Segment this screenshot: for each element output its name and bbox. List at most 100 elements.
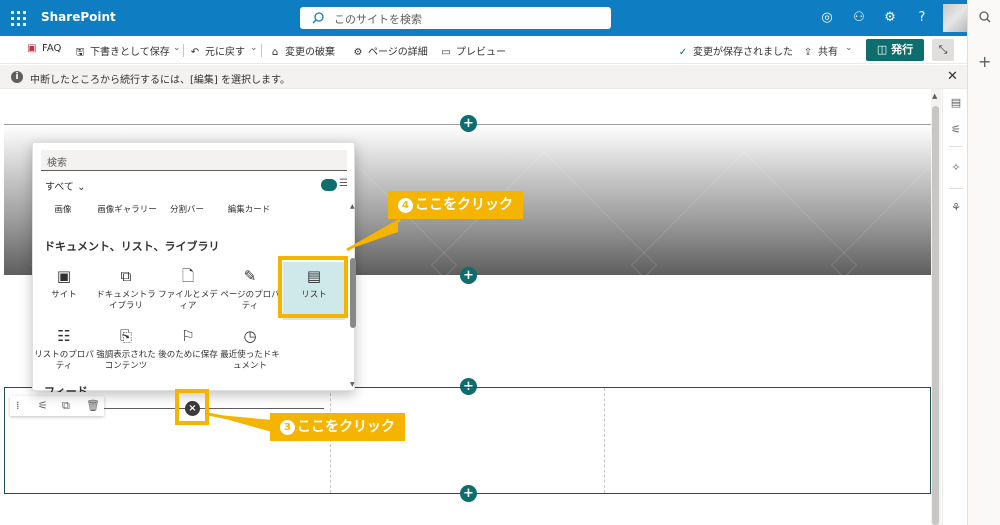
site-icon: ▣ <box>56 267 72 285</box>
highlight-list-tile <box>278 256 348 318</box>
tile-saved-for-later[interactable]: ⚐ 後のために保存 <box>157 322 219 380</box>
picker-search-input[interactable]: 検索 <box>41 150 347 171</box>
webpart-divider[interactable]: 分割バー <box>157 204 217 216</box>
step-number: 3 <box>280 420 295 435</box>
picker-scrollbar[interactable]: ▲ ▼ <box>350 198 356 392</box>
help-icon[interactable]: ? <box>914 10 930 26</box>
publish-icon: ◫ <box>876 43 892 56</box>
three-column-section[interactable] <box>4 387 931 494</box>
saved-status: ✓ 変更が保存されました <box>677 43 793 58</box>
bookmark-icon: ⚐ <box>181 327 195 345</box>
sparkle-icon[interactable]: ✧ <box>949 161 963 175</box>
add-icon[interactable]: + <box>978 52 991 71</box>
tile-label: 最近使ったドキュメント <box>220 350 280 371</box>
webpart-editorial-card[interactable]: 編集カード <box>219 204 279 216</box>
highlight-close-button <box>175 389 209 425</box>
preview-icon: ▭ <box>441 47 451 58</box>
checkmark-icon: ✓ <box>678 47 688 58</box>
undo-button[interactable]: ↶ 元に戻す <box>189 43 245 58</box>
collapse-icon[interactable]: ⤡ <box>932 39 954 61</box>
discard-icon: ⌂ <box>271 47 279 58</box>
publish-label: 発行 <box>891 43 914 56</box>
tile-page-properties[interactable]: ✎ ページのプロパティ <box>219 262 281 320</box>
settings-icon[interactable]: ⚟ <box>949 123 963 137</box>
share-button[interactable]: ⇪ 共有 <box>802 43 838 58</box>
grid-view-icon[interactable] <box>321 179 337 191</box>
tile-label: 後のために保存 <box>158 350 218 360</box>
toolbox-icon[interactable]: ▤ <box>949 96 963 110</box>
publish-button[interactable]: ◫ 発行 <box>866 39 924 61</box>
chevron-down-icon[interactable]: ⌄ <box>250 43 258 53</box>
drag-handle-icon[interactable]: ⁞ <box>16 399 20 412</box>
tile-document-library[interactable]: ⧉ ドキュメントライブラリ <box>95 262 157 320</box>
gear-icon[interactable]: ⚙ <box>882 10 898 26</box>
clock-icon: ◷ <box>243 327 257 345</box>
list-view-icon[interactable]: ☰ <box>339 178 348 189</box>
separator <box>183 44 184 57</box>
tile-file-and-media[interactable]: 🗋 ファイルとメディア <box>157 262 219 320</box>
preview-button[interactable]: ▭ プレビュー <box>440 43 506 58</box>
undo-label: 元に戻す <box>205 47 245 58</box>
scroll-down-icon[interactable]: ▼ <box>350 381 355 388</box>
add-section-button[interactable]: + <box>460 115 477 132</box>
design-icon[interactable]: ⚘ <box>949 201 963 215</box>
search-icon[interactable] <box>978 10 992 24</box>
page-details-button[interactable]: ⚙ ページの詳細 <box>352 43 428 58</box>
search-icon <box>312 12 324 24</box>
add-section-button[interactable]: + <box>460 485 477 502</box>
command-bar: ▣ FAQ 🖫 下書きとして保存 ⌄ ↶ 元に戻す ⌄ ⌂ 変更の破棄 ⚙ ページの詳細 … <box>0 36 967 64</box>
hero-pattern <box>630 151 858 275</box>
document-library-icon: ⧉ <box>120 267 132 285</box>
delete-icon[interactable]: 🗑 <box>86 399 100 412</box>
divider <box>949 146 963 147</box>
info-message: 中断したところから続行するには、[編集] を選択します。 <box>30 75 290 86</box>
page-scrollbar-thumb[interactable] <box>932 106 939 525</box>
share-icon: ⇪ <box>803 47 813 58</box>
suite-bar: SharePoint このサイトを検索 ◎ ⚇ ⚙ ? <box>0 0 967 36</box>
list-properties-icon: ☷ <box>57 327 71 345</box>
tile-label: リストのプロパティ <box>34 350 94 371</box>
duplicate-icon[interactable]: ⧉ <box>62 399 70 413</box>
save-draft-button[interactable]: 🖫 下書きとして保存 <box>74 43 170 62</box>
app-title[interactable]: SharePoint <box>41 10 116 24</box>
saved-status-label: 変更が保存されました <box>693 47 793 58</box>
undo-icon: ↶ <box>190 47 200 58</box>
divider <box>949 188 963 189</box>
add-section-button[interactable]: + <box>460 267 477 284</box>
faq-button[interactable]: ▣ FAQ <box>26 43 61 54</box>
divider-webpart <box>104 408 324 409</box>
view-toggle[interactable]: ☰ <box>321 178 349 192</box>
callout-step4: 4 ここをクリック <box>388 191 523 219</box>
scroll-up-icon[interactable]: ▲ <box>932 92 937 100</box>
discard-label: 変更の破棄 <box>285 47 335 58</box>
info-bar: i 中断したところから続行するには、[編集] を選択します。 ✕ <box>0 65 967 89</box>
tile-highlighted-content[interactable]: ⎘ 強調表示されたコンテンツ <box>95 322 157 380</box>
avatar[interactable] <box>943 4 967 32</box>
filter-label: すべて <box>45 182 74 193</box>
webpart-image[interactable]: 画像 <box>33 204 93 216</box>
copilot-icon[interactable]: ◎ <box>819 10 835 26</box>
scroll-up-icon[interactable]: ▲ <box>350 203 355 210</box>
tile-label: ページのプロパティ <box>220 290 280 311</box>
tile-label: ファイルとメディア <box>158 290 218 311</box>
picker-scroll-thumb[interactable] <box>350 258 356 328</box>
chevron-down-icon[interactable]: ⌄ <box>173 43 181 53</box>
tile-list-properties[interactable]: ☷ リストのプロパティ <box>33 322 95 380</box>
category-title: ドキュメント、リスト、ライブラリ <box>44 240 220 253</box>
tile-recent-documents[interactable]: ◷ 最近使ったドキュメント <box>219 322 281 380</box>
site-search-input[interactable]: このサイトを検索 <box>300 7 611 29</box>
file-icon: 🗋 <box>181 267 195 285</box>
app-launcher-icon[interactable] <box>10 10 26 26</box>
chevron-down-icon[interactable]: ⌄ <box>845 43 853 53</box>
side-toolbox: ▤ ⚟ ✧ ⚘ <box>942 89 967 525</box>
right-side-strip: + <box>967 0 1000 525</box>
discard-button[interactable]: ⌂ 変更の破棄 <box>269 43 335 58</box>
share-network-icon[interactable]: ⚇ <box>851 10 867 26</box>
close-icon[interactable]: ✕ <box>947 69 958 84</box>
webpart-image-gallery[interactable]: 画像ギャラリー <box>97 204 157 216</box>
settings-icon[interactable]: ⚟ <box>38 399 48 412</box>
info-icon: i <box>11 71 23 83</box>
tile-site[interactable]: ▣ サイト <box>33 262 95 320</box>
filter-dropdown[interactable]: すべて ⌄ <box>45 178 85 193</box>
callout-text: ここをクリック <box>297 419 395 435</box>
